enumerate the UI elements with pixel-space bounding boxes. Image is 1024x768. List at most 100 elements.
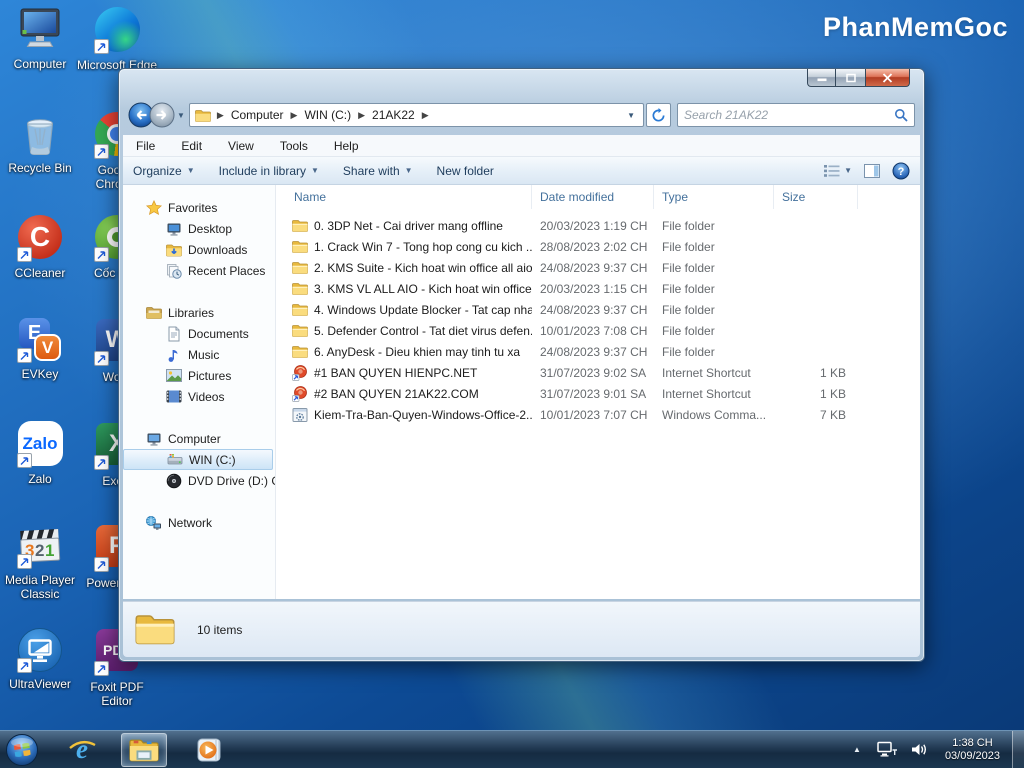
nav-item-label: Pictures xyxy=(188,368,232,383)
file-row[interactable]: 3. KMS VL ALL AIO - Kich hoat win office… xyxy=(276,278,920,299)
minimize-button[interactable] xyxy=(807,69,836,87)
nav-item-downloads[interactable]: Downloads xyxy=(123,239,275,260)
breadcrumb-computer[interactable]: Computer xyxy=(228,106,287,124)
maximize-button[interactable] xyxy=(836,69,865,87)
column-header-name[interactable]: Name xyxy=(276,185,532,209)
media-player-icon xyxy=(197,738,221,761)
shortcut-arrow-icon xyxy=(94,661,109,676)
zalo-icon: Zalo xyxy=(16,421,64,469)
breadcrumb-21ak22[interactable]: 21AK22 xyxy=(369,106,418,124)
folder-icon xyxy=(292,240,308,253)
nav-item-label: Downloads xyxy=(188,242,248,257)
nav-item-win-c[interactable]: WIN (C:) xyxy=(123,449,273,470)
toolbar-include-in-library[interactable]: Include in library ▼ xyxy=(219,164,319,178)
nav-item-libraries[interactable]: Libraries xyxy=(123,302,275,323)
star-icon xyxy=(145,199,162,216)
file-row[interactable]: 2. KMS Suite - Kich hoat win office all … xyxy=(276,257,920,278)
file-name: 4. Windows Update Blocker - Tat cap nha.… xyxy=(314,302,532,317)
downloads-icon xyxy=(165,243,182,257)
nav-item-music[interactable]: Music xyxy=(123,344,275,365)
views-button[interactable]: ▼ xyxy=(823,164,852,178)
nav-item-dvd-drive-d-ghos[interactable]: DVD Drive (D:) Ghos xyxy=(123,470,275,491)
refresh-button[interactable] xyxy=(646,103,671,127)
hidden-icons-arrow[interactable]: ▲ xyxy=(843,745,871,754)
menu-help[interactable]: Help xyxy=(329,137,364,155)
computerS-icon xyxy=(145,431,162,447)
desktop-icon-computer[interactable]: Computer xyxy=(0,6,82,71)
toolbar-share-with[interactable]: Share with ▼ xyxy=(343,164,413,178)
nav-item-computer[interactable]: Computer xyxy=(123,428,275,449)
search-icon xyxy=(895,109,908,122)
nav-item-videos[interactable]: Videos xyxy=(123,386,275,407)
menu-edit[interactable]: Edit xyxy=(176,137,207,155)
nav-item-desktop[interactable]: Desktop xyxy=(123,218,275,239)
address-dropdown-caret[interactable]: ▼ xyxy=(627,111,638,120)
desktop-icon-zalo[interactable]: Zalo Zalo xyxy=(0,420,82,486)
windows-explorer-icon xyxy=(129,739,159,762)
toolbar-new-folder[interactable]: New folder xyxy=(437,164,494,178)
volume-tray-icon[interactable] xyxy=(904,741,935,758)
file-date: 10/01/2023 7:07 CH xyxy=(540,407,648,422)
column-header-size[interactable]: Size xyxy=(774,185,858,209)
folder-icon xyxy=(292,261,308,274)
file-row[interactable]: 1. Crack Win 7 - Tong hop cong cu kich .… xyxy=(276,236,920,257)
taskbar-media-player[interactable] xyxy=(195,736,223,764)
music-icon xyxy=(165,347,182,363)
file-row[interactable]: Kiem-Tra-Ban-Quyen-Windows-Office-2... 10… xyxy=(276,404,920,425)
drive-icon xyxy=(166,452,183,468)
network-tray-icon[interactable] xyxy=(871,741,904,758)
desktop-icon-evkey[interactable]: E V EVKey xyxy=(0,316,82,381)
nav-item-recent-places[interactable]: Recent Places xyxy=(123,260,275,281)
shortcut-arrow-icon xyxy=(94,455,109,470)
desktop-icon-ultraviewer[interactable]: UltraViewer xyxy=(0,626,82,691)
breadcrumb-win-c[interactable]: WIN (C:) xyxy=(301,106,354,124)
desktop-icon-ccleaner[interactable]: C CCleaner xyxy=(0,213,82,280)
desktop-icon-recycle-bin[interactable]: Recycle Bin xyxy=(0,110,82,175)
preview-pane-icon xyxy=(864,163,880,178)
file-row[interactable]: 0. 3DP Net - Cai driver mang offline 20/0… xyxy=(276,215,920,236)
menu-file[interactable]: File xyxy=(131,137,160,155)
dvd-icon xyxy=(165,473,182,489)
nav-item-network[interactable]: Network xyxy=(123,512,275,533)
toolbar-organize[interactable]: Organize ▼ xyxy=(133,164,195,178)
file-row[interactable]: 6. AnyDesk - Dieu khien may tinh tu xa 24… xyxy=(276,341,920,362)
breadcrumb-separator: ▶ xyxy=(290,109,298,120)
taskbar-internet-explorer[interactable]: e xyxy=(67,735,97,765)
desktop-icon-media-player-classic[interactable]: 3 2 1 Media Player Classic xyxy=(0,522,82,601)
nav-item-label: Desktop xyxy=(188,221,233,236)
close-button[interactable] xyxy=(865,69,910,87)
forward-button[interactable] xyxy=(149,102,175,128)
menu-tools[interactable]: Tools xyxy=(275,137,313,155)
nav-item-documents[interactable]: Documents xyxy=(123,323,275,344)
search-input[interactable] xyxy=(684,108,894,122)
recent-pages-caret[interactable]: ▼ xyxy=(177,111,185,120)
column-header-date-modified[interactable]: Date modified xyxy=(532,185,654,209)
system-tray: ▲ 1:38 CH 03/09/2023 xyxy=(843,731,1024,768)
computer-icon xyxy=(16,6,64,54)
nav-item-favorites[interactable]: Favorites xyxy=(123,197,275,218)
taskbar-windows-explorer[interactable] xyxy=(121,732,167,767)
column-header-type[interactable]: Type xyxy=(654,185,774,209)
refresh-icon xyxy=(652,107,665,121)
breadcrumb-separator: ▶ xyxy=(421,109,429,120)
shortcut-arrow-icon xyxy=(17,554,32,569)
breadcrumb[interactable]: ▶ Computer ▶ WIN (C:) ▶ 21AK22 ▶ ▼ xyxy=(188,103,644,127)
file-list: 0. 3DP Net - Cai driver mang offline 20/0… xyxy=(276,215,920,425)
help-button[interactable]: ? xyxy=(892,162,910,180)
caption-buttons xyxy=(807,69,910,87)
file-type: File folder xyxy=(662,281,715,296)
nav-item-label: Computer xyxy=(168,431,221,446)
file-row[interactable]: 5. Defender Control - Tat diet virus def… xyxy=(276,320,920,341)
shortcut-arrow-icon xyxy=(17,247,32,262)
internet-explorer-icon: e xyxy=(69,735,96,764)
taskbar-clock[interactable]: 1:38 CH 03/09/2023 xyxy=(935,737,1012,763)
file-row[interactable]: 4. Windows Update Blocker - Tat cap nha.… xyxy=(276,299,920,320)
start-button[interactable] xyxy=(5,733,39,767)
nav-item-pictures[interactable]: Pictures xyxy=(123,365,275,386)
desktop-icon-microsoft-edge[interactable]: Microsoft Edge xyxy=(75,6,159,72)
file-row[interactable]: #2 BAN QUYEN 21AK22.COM 31/07/2023 9:01 S… xyxy=(276,383,920,404)
file-row[interactable]: #1 BAN QUYEN HIENPC.NET 31/07/2023 9:02 S… xyxy=(276,362,920,383)
menu-view[interactable]: View xyxy=(223,137,259,155)
show-desktop-button[interactable] xyxy=(1012,731,1024,768)
preview-pane-button[interactable] xyxy=(864,163,880,178)
